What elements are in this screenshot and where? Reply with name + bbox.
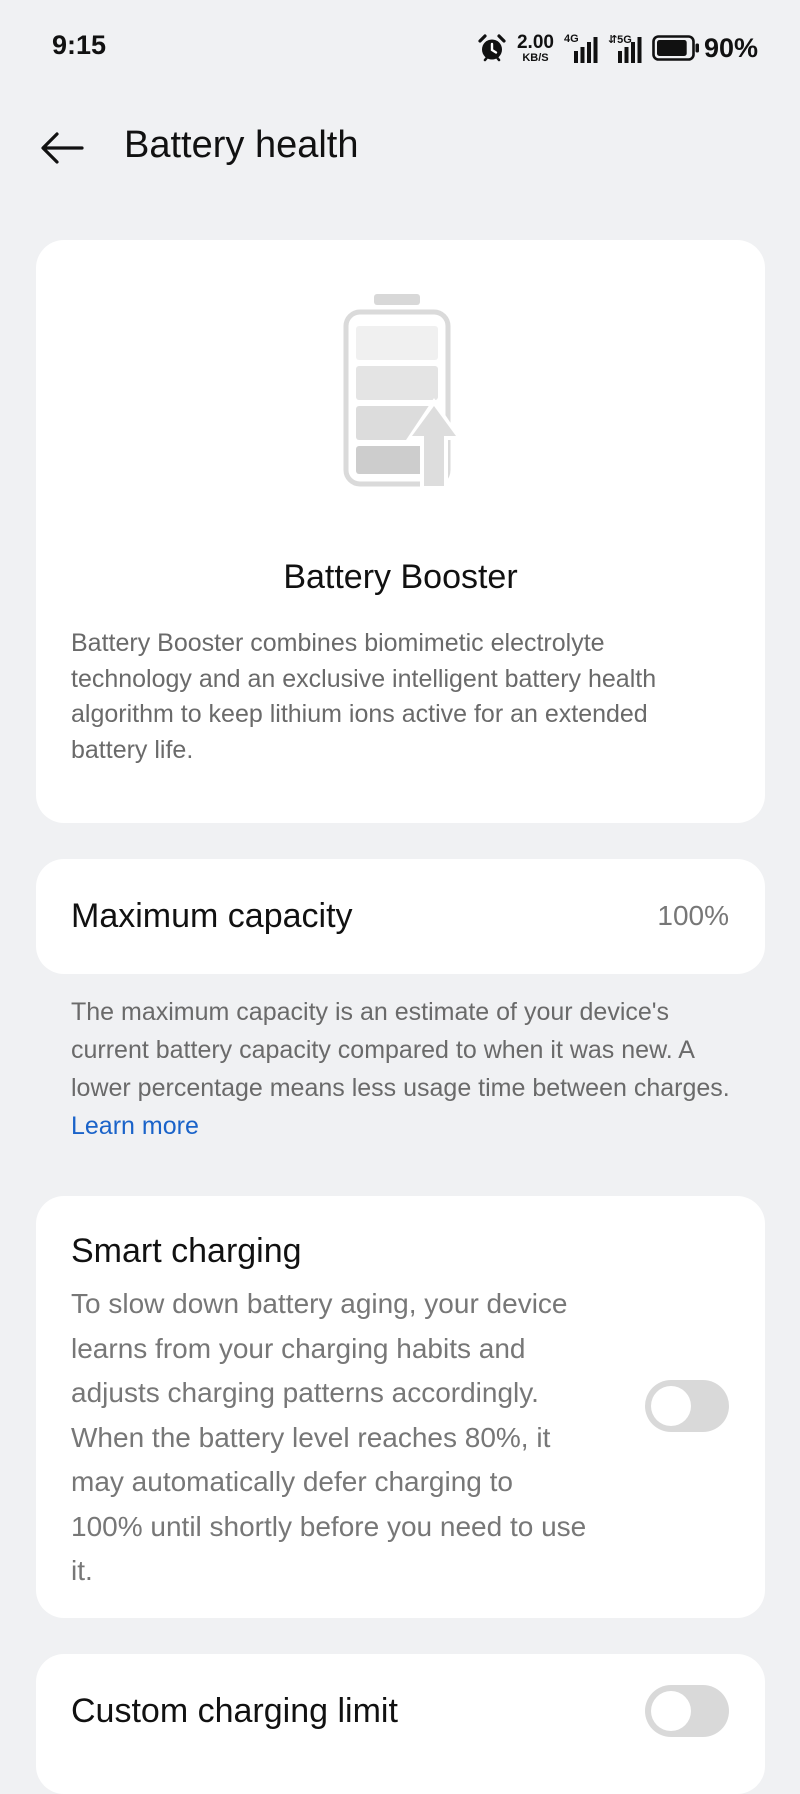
battery-percent: 90% xyxy=(703,32,758,63)
page-title: Battery health xyxy=(124,124,359,166)
maximum-capacity-note-text: The maximum capacity is an estimate of y… xyxy=(71,998,730,1102)
toggle-knob xyxy=(651,1691,691,1731)
maximum-capacity-label: Maximum capacity xyxy=(71,897,353,935)
sim1-signal: 4G xyxy=(564,33,598,63)
maximum-capacity-row: Maximum capacity 100% xyxy=(36,859,765,974)
battery-booster-card: Battery Booster Battery Booster combines… xyxy=(36,240,765,823)
network-speed-unit: KB/S xyxy=(522,51,549,64)
maximum-capacity-note: The maximum capacity is an estimate of y… xyxy=(71,993,741,1145)
status-bar: 9:15 2.00 KB/S 4G ⇵5G 90% xyxy=(0,0,800,100)
back-arrow-icon[interactable] xyxy=(36,122,88,174)
network-speed-value: 2.00 xyxy=(516,31,554,53)
custom-charging-limit-toggle[interactable] xyxy=(645,1685,729,1737)
toggle-knob xyxy=(651,1386,691,1426)
status-time: 9:15 xyxy=(52,30,107,60)
signal-bars-icon xyxy=(617,37,642,63)
battery-booster-description: Battery Booster combines biomimetic elec… xyxy=(71,629,657,764)
battery-icon xyxy=(652,35,699,61)
status-icons: 2.00 KB/S 4G ⇵5G 90% xyxy=(477,28,758,68)
custom-charging-limit-row[interactable]: Custom charging limit xyxy=(36,1654,765,1794)
sim2-signal: ⇵5G xyxy=(608,33,642,63)
smart-charging-toggle[interactable] xyxy=(645,1380,729,1432)
smart-charging-title: Smart charging xyxy=(71,1232,302,1270)
smart-charging-description: To slow down battery aging, your device … xyxy=(71,1288,587,1586)
maximum-capacity-value: 100% xyxy=(657,900,729,931)
custom-charging-limit-label: Custom charging limit xyxy=(71,1692,398,1730)
battery-booster-title: Battery Booster xyxy=(283,558,518,596)
network-speed: 2.00 KB/S xyxy=(517,33,554,64)
learn-more-link[interactable]: Learn more xyxy=(71,1112,199,1140)
battery-booster-illustration xyxy=(343,294,462,488)
battery-status: 90% xyxy=(652,33,758,64)
signal-bars-icon xyxy=(573,37,598,63)
smart-charging-row[interactable]: Smart charging To slow down battery agin… xyxy=(36,1196,765,1618)
alarm-icon xyxy=(478,34,506,62)
